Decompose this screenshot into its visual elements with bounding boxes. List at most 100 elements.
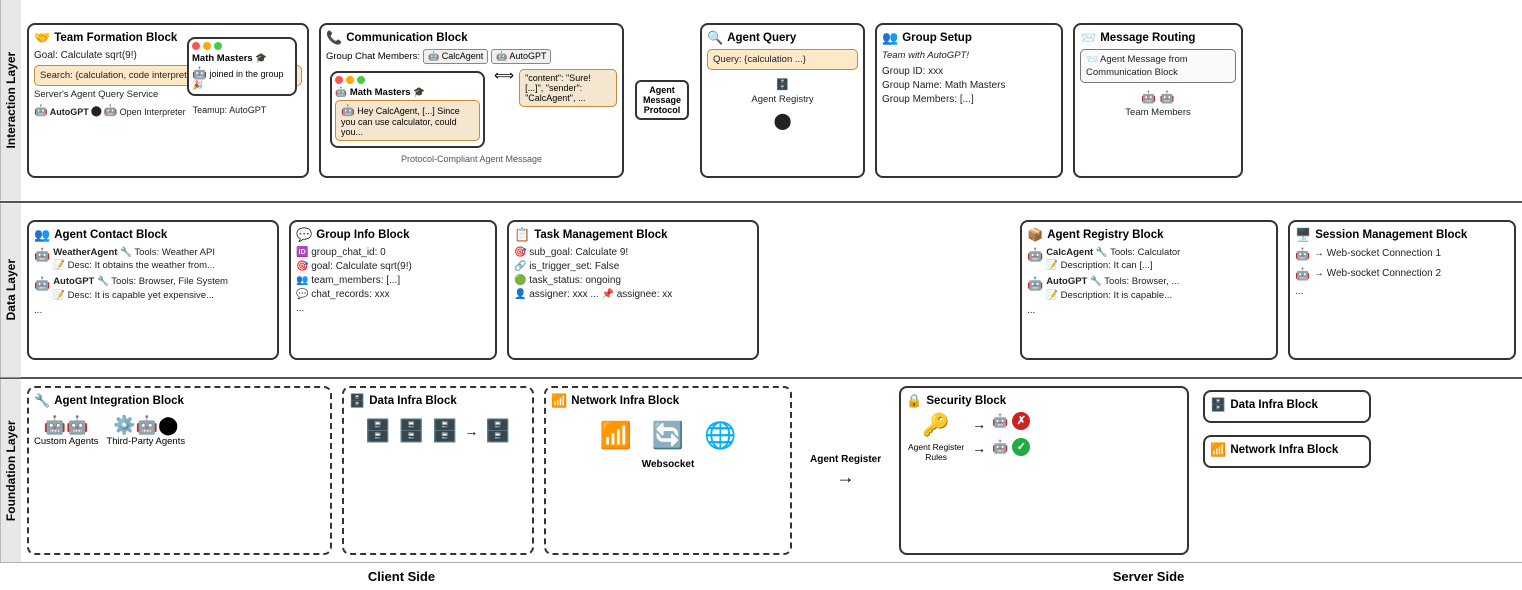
chat-chrome xyxy=(335,76,480,84)
security-left: 🔑 Agent Register Rules xyxy=(906,412,966,462)
member-calc: 🤖 CalcAgent xyxy=(423,49,488,64)
registry-ellipsis: ... xyxy=(1027,304,1271,318)
conn2-item: 🤖 → Web-socket Connection 2 xyxy=(1295,266,1509,283)
agent-contact-title: 👥 Agent Contact Block xyxy=(34,227,272,243)
main-layout: Interaction Layer 🤝 Team Formation Block… xyxy=(0,0,1522,590)
db-icon: 🗄️ xyxy=(707,78,858,93)
group-info-field-1: 🎯 goal: Calculate sqrt(9!) xyxy=(296,260,490,274)
conn1-robot: 🤖 xyxy=(1295,246,1310,263)
chat-window: 🤖 Math Masters 🎓 🤖 Hey CalcAgent, [...] … xyxy=(330,71,485,148)
chat-title: 🤖 Math Masters 🎓 xyxy=(335,87,480,98)
task-management-title: 📋 Task Management Block xyxy=(514,227,752,243)
agent-contact-content: 🤖 WeatherAgent 🔧 Tools: Weather API 📝 De… xyxy=(34,246,272,318)
member-autogpt: 🤖 AutoGPT xyxy=(491,49,551,64)
caption-spacer xyxy=(0,563,28,590)
agent-contact-icon: 👥 xyxy=(34,227,50,243)
group-members: Group Members: [...] xyxy=(882,93,1056,107)
group-id: Group ID: xxx xyxy=(882,65,1056,79)
integration-icon: 🔧 xyxy=(34,393,50,409)
group-setup-content: Team with AutoGPT! Group ID: xxx Group N… xyxy=(882,49,1056,107)
data-infra-server-icon: 🗄️ xyxy=(1210,397,1226,413)
teamup-label: Teamup: AutoGPT xyxy=(189,104,267,117)
search-icon: 🔍 xyxy=(707,30,723,46)
agent-register-area: Agent Register → xyxy=(798,382,893,559)
interaction-layer-label: Interaction Layer xyxy=(0,0,21,201)
task-field-3: 👤 assigner: xxx ... 📌 assignee: xx xyxy=(514,288,752,302)
mm-title: Math Masters 🎓 xyxy=(192,53,292,64)
group-info-title: 💬 Group Info Block xyxy=(296,227,490,243)
session-content: 🤖 → Web-socket Connection 1 🤖 → Web-sock… xyxy=(1295,246,1509,300)
task-management-content: 🎯 sub_goal: Calculate 9! 🔗 is_trigger_se… xyxy=(514,246,752,302)
agent-query-title: 🔍 Agent Query xyxy=(707,30,858,46)
chat-robot-icon: 🤖 xyxy=(341,105,355,117)
weather-details: WeatherAgent 🔧 Tools: Weather API 📝 Desc… xyxy=(53,246,215,273)
db-icons-row: 🗄️ 🗄️ 🗄️ → 🗄️ xyxy=(349,412,527,450)
task-field-0: 🎯 sub_goal: Calculate 9! xyxy=(514,246,752,260)
group-name: Group Name: Math Masters xyxy=(882,79,1056,93)
data-infra-server-title: 🗄️ Data Infra Block xyxy=(1210,397,1364,413)
team-members-area: 🤖 🤖 Team Members xyxy=(1080,89,1236,119)
agent-registry-content: 🤖 CalcAgent 🔧 Tools: Calculator 📝 Descri… xyxy=(1027,246,1271,318)
session-mgmt-title: 🖥️ Session Management Block xyxy=(1295,227,1509,243)
window-chrome xyxy=(192,42,292,50)
agent-query-block: 🔍 Agent Query Query: {calculation ...} 🗄… xyxy=(700,23,865,178)
weather-robot-icon: 🤖 xyxy=(34,246,50,264)
conn2-label: → Web-socket Connection 2 xyxy=(1314,267,1441,281)
registry-icon: 📦 xyxy=(1027,227,1043,243)
task-field-2: 🟢 task_status: ongoing xyxy=(514,274,752,288)
third-party-icons: ⚙️🤖⬤ xyxy=(106,415,185,436)
agent-registry-block: 📦 Agent Registry Block 🤖 CalcAgent 🔧 Too… xyxy=(1020,220,1278,360)
comm-chat-row: 🤖 Math Masters 🎓 🤖 Hey CalcAgent, [...] … xyxy=(326,67,617,152)
custom-agents-area: 🤖🤖 Custom Agents xyxy=(34,415,98,447)
group-setup-title: 👥 Group Setup xyxy=(882,30,1056,46)
server-caption: Server Side xyxy=(775,569,1522,584)
math-masters-inner: Math Masters 🎓 🤖 joined in the group 🎉 xyxy=(187,37,297,96)
lock-big-icon: 🔑 xyxy=(922,412,949,438)
data-row: Data Layer 👥 Agent Contact Block 🤖 Weath… xyxy=(0,203,1522,379)
agent-integration-title: 🔧 Agent Integration Block xyxy=(34,393,325,409)
query-value: Query: {calculation ...} xyxy=(707,49,858,70)
third-party-area: ⚙️🤖⬤ Third-Party Agents xyxy=(106,415,185,447)
sec-rejected-row: 🤖 ✗ xyxy=(992,412,1030,430)
group-info-block: 💬 Group Info Block 🆔 group_chat_id: 0 🎯 … xyxy=(289,220,497,360)
task-mgmt-icon: 📋 xyxy=(514,227,530,243)
autogpt-label: AutoGPT xyxy=(50,106,89,119)
group-info-field-2: 👥 team_members: [...] xyxy=(296,274,490,288)
interaction-row: Interaction Layer 🤝 Team Formation Block… xyxy=(0,0,1522,203)
group-setup-block: 👥 Group Setup Team with AutoGPT! Group I… xyxy=(875,23,1063,178)
group-info-content: 🆔 group_chat_id: 0 🎯 goal: Calculate sqr… xyxy=(296,246,490,316)
network-icons-row: 📶 🔄 🌐 xyxy=(551,412,785,459)
group-info-field-0: 🆔 group_chat_id: 0 xyxy=(296,246,490,260)
security-title: 🔒 Security Block xyxy=(906,393,1182,409)
amp-label1: Agent xyxy=(643,85,681,95)
team-members-label: Team Members xyxy=(1080,106,1236,119)
routing-msg-icon: 📨 xyxy=(1086,54,1098,65)
registry-autogpt-item: 🤖 AutoGPT 🔧 Tools: Browser, ... 📝 Descri… xyxy=(1027,275,1271,302)
rejected-robot: 🤖 xyxy=(992,413,1008,429)
win-green xyxy=(214,42,222,50)
agent-registry-label: Agent Registry xyxy=(707,93,858,106)
custom-agents-label: Custom Agents xyxy=(34,436,98,447)
websocket-icon: 🔄 xyxy=(652,420,684,451)
network-infra-server-title: 📶 Network Infra Block xyxy=(1210,442,1364,458)
foundation-layer-label: Foundation Layer xyxy=(0,379,21,562)
group-setup-icon: 👥 xyxy=(882,30,898,46)
agent-registry-area: 🗄️ Agent Registry ⬤ xyxy=(707,78,858,133)
amp-label2: Message xyxy=(643,95,681,105)
registry-autogpt-details: AutoGPT 🔧 Tools: Browser, ... 📝 Descript… xyxy=(1046,275,1179,302)
conn1-label: → Web-socket Connection 1 xyxy=(1314,247,1441,261)
amp-label3: Protocol xyxy=(643,105,681,115)
agent-icon: ⬤ xyxy=(707,111,858,133)
chat-win-red xyxy=(335,76,343,84)
websocket-label: Websocket xyxy=(551,459,785,470)
agent-badges: 🤖 AutoGPT ⬤ 🤖 Open Interpreter xyxy=(34,104,186,119)
network-infra-client-icon: 📶 xyxy=(551,393,567,409)
security-mid: → → xyxy=(972,412,986,460)
agent-integration-block: 🔧 Agent Integration Block 🤖🤖 Custom Agen… xyxy=(27,386,332,555)
chat-win-yellow xyxy=(346,76,354,84)
network-infra-server-block: 📶 Network Infra Block xyxy=(1203,435,1371,468)
message-routing-content: 📨 Agent Message from Communication Block… xyxy=(1080,49,1236,120)
db1: 🗄️ xyxy=(364,418,391,444)
data-content: 👥 Agent Contact Block 🤖 WeatherAgent 🔧 T… xyxy=(21,203,1522,377)
agent-types-row: 🤖🤖 Custom Agents ⚙️🤖⬤ Third-Party Agents xyxy=(34,415,325,447)
